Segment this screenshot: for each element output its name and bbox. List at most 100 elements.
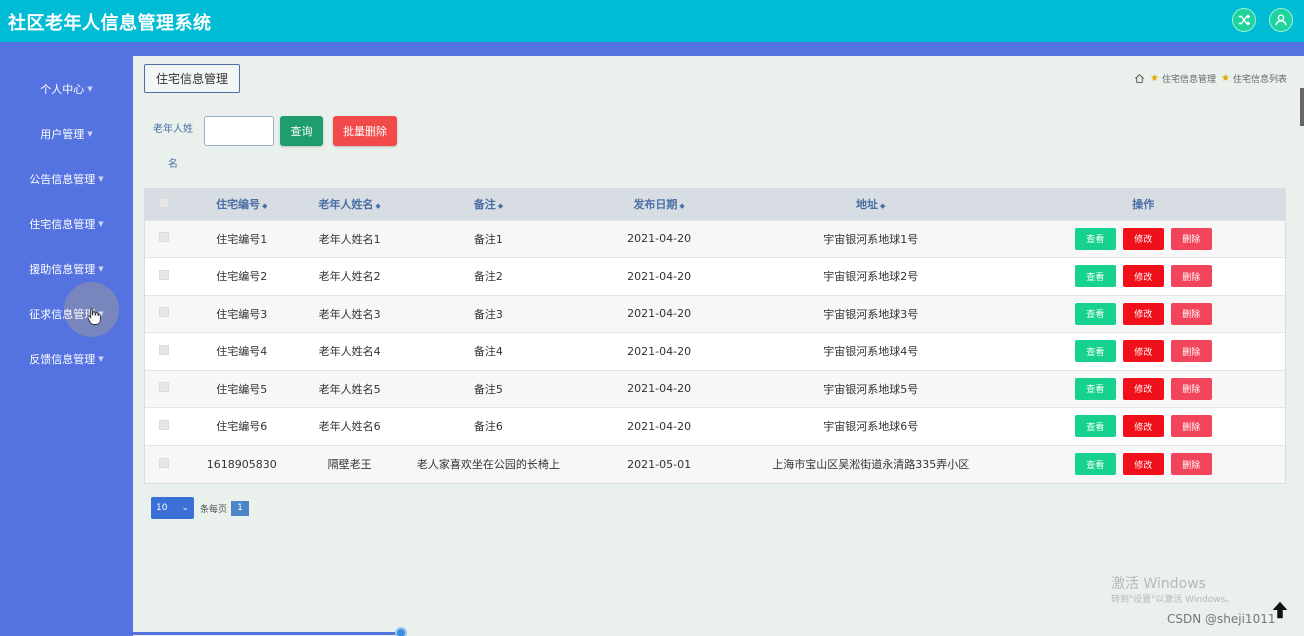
row-checkbox[interactable] [158,419,169,430]
user-icon[interactable] [1269,8,1293,32]
delete-button[interactable]: 删除 [1170,265,1212,288]
cell-name: 老年人姓名3 [318,307,381,321]
view-button[interactable]: 查看 [1074,227,1116,250]
row-checkbox[interactable] [158,344,169,355]
row-checkbox[interactable] [158,232,169,243]
chevron-down-icon: ▼ [98,265,104,273]
cell-id: 1618905830 [206,457,277,471]
name-search-input[interactable] [204,116,274,146]
cell-note: 备注5 [473,382,503,396]
sidebar-item-housing-management[interactable]: 住宅信息管理 ▼ [0,212,133,236]
sidebar-item-notice-management[interactable]: 公告信息管理 ▼ [0,167,133,191]
scrollbar[interactable] [1300,88,1304,126]
column-header-date[interactable]: 发布日期 ◆ [578,189,740,220]
video-progress-bar[interactable] [133,632,401,635]
main-content: 住宅信息管理 ★ 住宅信息管理 ★ 住宅信息列表 老年人姓名 查询 批量删除 住… [133,56,1304,636]
view-button[interactable]: 查看 [1074,340,1116,363]
edit-button[interactable]: 修改 [1122,340,1164,363]
sidebar-item-user-management[interactable]: 用户管理 ▼ [0,122,133,146]
breadcrumb-item[interactable]: 住宅信息管理 [1162,72,1216,85]
sort-icon: ◆ [880,202,886,211]
column-header-actions: 操作 [1132,198,1155,212]
windows-activation-watermark: 激活 Windows [1111,576,1206,592]
delete-button[interactable]: 删除 [1170,227,1212,250]
view-button[interactable]: 查看 [1074,302,1116,325]
sidebar-item-label: 援助信息管理 [29,263,96,276]
sidebar-item-label: 反馈信息管理 [29,353,96,366]
delete-button[interactable]: 删除 [1170,415,1212,438]
delete-button[interactable]: 删除 [1170,340,1212,363]
sidebar-item-solicit-management[interactable]: 征求信息管理 ▼ [0,302,133,326]
select-all-checkbox[interactable] [158,197,169,208]
table-row: 住宅编号2 老年人姓名2 备注2 2021-04-20 宇宙银河系地球2号 查看… [145,257,1285,295]
row-checkbox[interactable] [158,382,169,393]
cell-note: 备注2 [473,270,503,284]
view-button[interactable]: 查看 [1074,453,1116,475]
delete-button[interactable]: 删除 [1170,302,1212,325]
search-label: 老年人姓名 [153,124,193,170]
edit-button[interactable]: 修改 [1122,377,1164,400]
cell-date: 2021-05-01 [627,457,692,471]
cell-name: 老年人姓名5 [318,382,381,396]
edit-button[interactable]: 修改 [1122,227,1164,250]
edit-button[interactable]: 修改 [1122,302,1164,325]
page-tag[interactable]: 住宅信息管理 [144,64,241,93]
cell-note: 备注1 [473,232,503,246]
batch-delete-button[interactable]: 批量删除 [333,116,397,146]
sidebar: 个人中心 ▼ 用户管理 ▼ 公告信息管理 ▼ 住宅信息管理 ▼ 援助信息管理 ▼ 征求信息… [0,56,133,636]
cell-address: 宇宙银河系地球4号 [823,345,919,359]
cell-name: 老年人姓名2 [318,270,381,284]
table-header-row: 住宅编号 ◆ 老年人姓名 ◆ 备注 ◆ 发布日期 ◆ 地址 ◆ 操作 [145,189,1285,220]
row-checkbox[interactable] [158,307,169,318]
chevron-down-icon: ▼ [98,355,104,363]
delete-button[interactable]: 删除 [1170,453,1212,475]
row-checkbox[interactable] [158,457,169,468]
cell-address: 上海市宝山区吴淞街道永清路335弄小区 [772,458,970,471]
sidebar-item-feedback-management[interactable]: 反馈信息管理 ▼ [0,347,133,371]
cell-note: 老人家喜欢坐在公园的长椅上 [416,458,560,471]
cell-name: 老年人姓名1 [318,232,381,246]
csdn-watermark: CSDN @sheji1011 [1167,612,1276,626]
view-button[interactable]: 查看 [1074,265,1116,288]
table-row: 住宅编号3 老年人姓名3 备注3 2021-04-20 宇宙银河系地球3号 查看… [145,295,1285,333]
page-number-button[interactable]: 1 [231,500,250,516]
page-size-select[interactable]: 10 ⌄ [151,497,194,519]
home-icon[interactable] [1134,73,1145,84]
cell-address: 宇宙银河系地球6号 [823,420,919,434]
header-strip [0,42,1304,56]
cell-note: 备注4 [473,345,503,359]
row-checkbox[interactable] [158,269,169,280]
query-button[interactable]: 查询 [280,116,323,146]
chevron-down-icon: ▼ [87,130,93,138]
app-title: 社区老年人信息管理系统 [8,13,212,34]
star-icon: ★ [1150,73,1159,84]
cell-date: 2021-04-20 [627,382,692,396]
sidebar-item-label: 用户管理 [40,128,85,141]
column-header-id[interactable]: 住宅编号 ◆ [183,189,301,220]
sidebar-item-label: 个人中心 [40,83,85,96]
sort-icon: ◆ [497,202,504,211]
column-header-address[interactable]: 地址 ◆ [740,189,1002,220]
sidebar-item-aid-management[interactable]: 援助信息管理 ▼ [0,257,133,281]
breadcrumb: ★ 住宅信息管理 ★ 住宅信息列表 [1134,72,1287,85]
progress-handle[interactable] [395,627,407,636]
column-header-name[interactable]: 老年人姓名 ◆ [301,189,399,220]
hand-cursor-icon [87,308,101,325]
table-row: 住宅编号5 老年人姓名5 备注5 2021-04-20 宇宙银河系地球5号 查看… [145,370,1285,408]
edit-button[interactable]: 修改 [1122,415,1164,438]
cell-name: 隔壁老王 [327,458,372,471]
view-button[interactable]: 查看 [1074,377,1116,400]
sidebar-item-label: 征求信息管理 [29,308,96,321]
delete-button[interactable]: 删除 [1170,377,1212,400]
edit-button[interactable]: 修改 [1122,453,1164,475]
back-to-top-icon[interactable] [1266,596,1294,624]
cell-address: 宇宙银河系地球3号 [823,307,919,321]
column-header-note[interactable]: 备注 ◆ [399,189,579,220]
shuffle-icon[interactable] [1232,8,1256,32]
edit-button[interactable]: 修改 [1122,265,1164,288]
cell-date: 2021-04-20 [627,269,692,283]
sidebar-item-personal-center[interactable]: 个人中心 ▼ [0,77,133,101]
cell-note: 备注3 [473,307,503,321]
view-button[interactable]: 查看 [1074,415,1116,438]
cell-id: 住宅编号6 [216,420,268,434]
